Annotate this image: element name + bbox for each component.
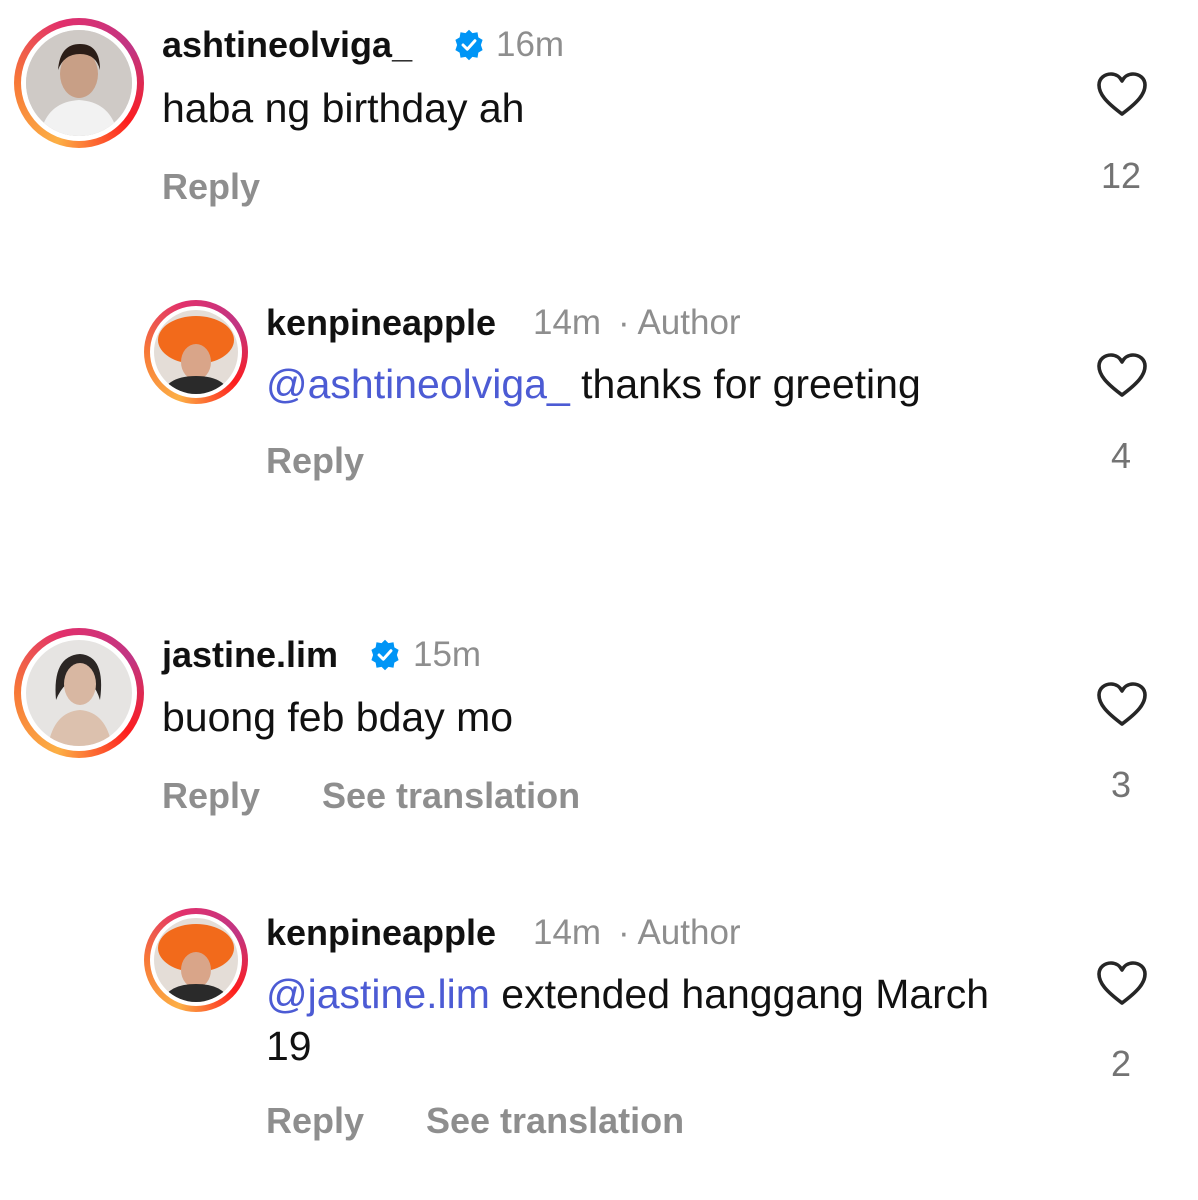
reply-button[interactable]: Reply [266,1100,364,1142]
heart-icon[interactable] [1096,352,1148,398]
verified-badge-icon [371,639,399,671]
comment-username[interactable]: kenpineapple [266,912,496,954]
mention-link[interactable]: @jastine.lim [266,971,490,1017]
avatar-photo [154,918,238,1002]
comment-timestamp: 16m [496,25,565,64]
avatar[interactable] [14,628,144,758]
comment-timestamp: 14m [533,913,602,952]
reply-button[interactable]: Reply [266,440,364,482]
like-count: 12 [1100,155,1142,196]
verified-badge-icon [455,29,483,61]
heart-icon[interactable] [1096,681,1148,727]
comment-item: ashtineolviga_ 16m haba ng birthday ah R… [0,0,1198,240]
like-count: 4 [1110,435,1132,476]
author-badge: · Author [618,913,741,952]
comment-item: jastine.lim 15m buong feb bday mo Reply … [0,610,1198,850]
reply-item: kenpineapple 14m · Author @jastine.lim e… [0,900,1198,1180]
avatar-photo [26,640,132,746]
comment-text: haba ng birthday ah [162,85,525,131]
comment-text: @ashtineolviga_ thanks for greeting [266,358,921,410]
comment-username[interactable]: ashtineolviga_ [162,24,412,66]
comment-text: buong feb bday mo [162,694,514,740]
comment-username[interactable]: jastine.lim [162,634,338,676]
avatar[interactable] [144,908,248,1012]
reply-button[interactable]: Reply [162,166,260,208]
reply-button[interactable]: Reply [162,775,260,817]
comment-text: @jastine.lim extended hanggang March 19 [266,968,1006,1072]
comment-body: thanks for greeting [569,361,921,407]
heart-icon[interactable] [1096,960,1148,1006]
comment-timestamp: 15m [413,635,482,674]
like-count: 2 [1110,1043,1132,1084]
see-translation-button[interactable]: See translation [322,775,580,817]
mention-link[interactable]: @ashtineolviga_ [266,361,570,407]
avatar-photo [26,30,132,136]
see-translation-button[interactable]: See translation [426,1100,684,1142]
heart-icon[interactable] [1096,71,1148,117]
avatar[interactable] [14,18,144,148]
avatar-photo [154,310,238,394]
like-count: 3 [1110,764,1132,805]
author-badge: · Author [618,303,741,342]
reply-item: kenpineapple 14m · Author @ashtineolviga… [0,290,1198,510]
comment-username[interactable]: kenpineapple [266,302,496,344]
avatar[interactable] [144,300,248,404]
comment-timestamp: 14m [533,303,602,342]
